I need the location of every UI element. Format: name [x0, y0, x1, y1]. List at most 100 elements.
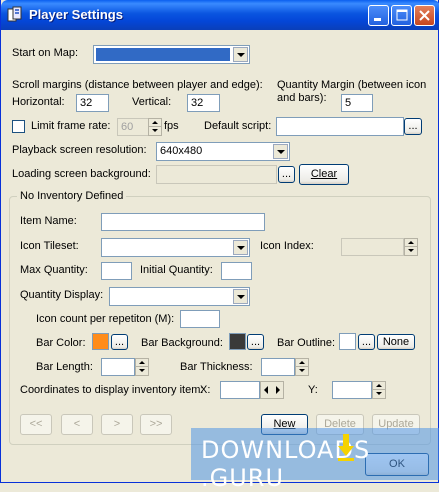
- chevron-down-icon[interactable]: [273, 144, 288, 159]
- spin-up-icon[interactable]: [373, 382, 385, 390]
- close-icon: [419, 10, 430, 21]
- close-button[interactable]: [414, 5, 435, 26]
- previous-record-button[interactable]: <: [61, 414, 93, 435]
- playback-dropdown[interactable]: 640x480: [156, 142, 290, 161]
- bar-background-label: Bar Background:: [141, 337, 223, 349]
- spin-left-icon[interactable]: [261, 382, 272, 398]
- spin-down-icon[interactable]: [373, 390, 385, 398]
- default-script-browse-button[interactable]: ...: [404, 118, 422, 135]
- playback-label: Playback screen resolution:: [12, 144, 147, 156]
- chevron-down-icon[interactable]: [233, 289, 248, 304]
- playback-value: 640x480: [160, 145, 203, 157]
- vertical-label: Vertical:: [132, 96, 172, 108]
- loading-bg-input[interactable]: [156, 165, 277, 184]
- scroll-margins-label: Scroll margins (distance between player …: [12, 79, 263, 91]
- icon-tileset-dropdown[interactable]: [101, 238, 250, 257]
- default-script-input[interactable]: [276, 117, 404, 136]
- x-label: X:: [200, 384, 211, 396]
- x-input[interactable]: [220, 381, 260, 399]
- spin-down-icon[interactable]: [149, 127, 161, 135]
- maximize-icon: [396, 9, 408, 21]
- title-bar[interactable]: Player Settings: [1, 0, 439, 30]
- icon-index-spinner[interactable]: [404, 238, 418, 256]
- minimize-icon: [374, 18, 381, 21]
- y-spinner[interactable]: [372, 381, 386, 399]
- bar-color-browse-button[interactable]: ...: [111, 334, 128, 350]
- horizontal-input[interactable]: 32: [76, 94, 109, 112]
- next-record-button[interactable]: >: [101, 414, 133, 435]
- bar-background-browse-button[interactable]: ...: [247, 334, 264, 350]
- y-input[interactable]: [332, 381, 372, 399]
- start-map-dropdown[interactable]: [93, 45, 250, 64]
- spin-up-icon[interactable]: [296, 359, 308, 367]
- spin-down-icon[interactable]: [405, 247, 417, 255]
- icon-tileset-label: Icon Tileset:: [20, 240, 79, 252]
- icon-count-input[interactable]: [180, 310, 220, 328]
- icon-count-label: Icon count per repetiton (M):: [36, 313, 175, 325]
- bar-outline-label: Bar Outline:: [277, 337, 336, 349]
- limit-frame-rate-checkbox[interactable]: [12, 120, 25, 133]
- bar-color-label: Bar Color:: [36, 337, 86, 349]
- frame-rate-input[interactable]: 60: [117, 118, 149, 136]
- limit-frame-rate-label: Limit frame rate:: [31, 120, 111, 132]
- inventory-group-label: No Inventory Defined: [17, 190, 127, 202]
- start-map-selection: [96, 48, 230, 61]
- watermark-text: DOWNLOADS.GURU: [201, 436, 438, 492]
- bar-length-input[interactable]: [101, 358, 135, 376]
- icon-index-input[interactable]: [341, 238, 404, 256]
- first-record-button[interactable]: <<: [20, 414, 52, 435]
- max-quantity-input[interactable]: [101, 262, 132, 280]
- bar-thickness-label: Bar Thickness:: [180, 361, 253, 373]
- item-name-input[interactable]: [101, 213, 265, 231]
- last-record-button[interactable]: >>: [140, 414, 172, 435]
- max-quantity-label: Max Quantity:: [20, 264, 88, 276]
- icon-index-label: Icon Index:: [260, 240, 314, 252]
- spin-down-icon[interactable]: [136, 367, 148, 375]
- horizontal-label: Horizontal:: [12, 96, 65, 108]
- coords-label: Coordinates to display inventory item:: [20, 384, 204, 396]
- quantity-margin-value: 5: [345, 97, 352, 109]
- bar-thickness-input[interactable]: [261, 358, 295, 376]
- minimize-button[interactable]: [368, 5, 389, 26]
- bar-outline-browse-button[interactable]: ...: [358, 334, 375, 350]
- loading-bg-browse-button[interactable]: ...: [278, 166, 295, 183]
- frame-rate-value: 60: [121, 121, 134, 133]
- bar-length-label: Bar Length:: [36, 361, 93, 373]
- spin-up-icon[interactable]: [136, 359, 148, 367]
- bar-outline-swatch[interactable]: [339, 333, 356, 350]
- quantity-display-label: Quantity Display:: [20, 289, 104, 301]
- start-map-label: Start on Map:: [12, 47, 79, 59]
- loading-bg-label: Loading screen background:: [12, 168, 151, 180]
- vertical-value: 32: [191, 97, 204, 109]
- y-label: Y:: [308, 384, 318, 396]
- default-script-label: Default script:: [204, 120, 272, 132]
- chevron-down-icon[interactable]: [233, 47, 248, 62]
- bar-length-spinner[interactable]: [135, 358, 149, 376]
- initial-quantity-label: Initial Quantity:: [140, 264, 213, 276]
- bar-thickness-spinner[interactable]: [295, 358, 309, 376]
- quantity-margin-input[interactable]: 5: [341, 94, 373, 112]
- clear-button[interactable]: Clear: [299, 164, 349, 185]
- chevron-down-icon[interactable]: [233, 240, 248, 255]
- bar-outline-none-button[interactable]: None: [377, 334, 415, 350]
- quantity-display-dropdown[interactable]: [109, 287, 250, 306]
- player-settings-window: Player Settings Start on Map: Scroll mar…: [0, 0, 439, 492]
- horizontal-value: 32: [80, 97, 93, 109]
- initial-quantity-input[interactable]: [221, 262, 252, 280]
- fps-unit-label: fps: [164, 120, 179, 132]
- maximize-button[interactable]: [391, 5, 412, 26]
- app-icon: [7, 6, 22, 22]
- spin-up-icon[interactable]: [405, 239, 417, 247]
- spin-right-icon[interactable]: [272, 382, 283, 398]
- window-title: Player Settings: [29, 7, 123, 22]
- bar-color-swatch[interactable]: [92, 333, 109, 350]
- spin-up-icon[interactable]: [149, 119, 161, 127]
- download-arrow-icon: [338, 434, 354, 461]
- frame-rate-spinner[interactable]: [148, 118, 162, 136]
- spin-down-icon[interactable]: [296, 367, 308, 375]
- item-name-label: Item Name:: [20, 215, 77, 227]
- x-spinner[interactable]: [260, 381, 284, 399]
- vertical-input[interactable]: 32: [187, 94, 220, 112]
- watermark-text-right: .GURU: [201, 464, 285, 492]
- bar-background-swatch[interactable]: [229, 333, 246, 350]
